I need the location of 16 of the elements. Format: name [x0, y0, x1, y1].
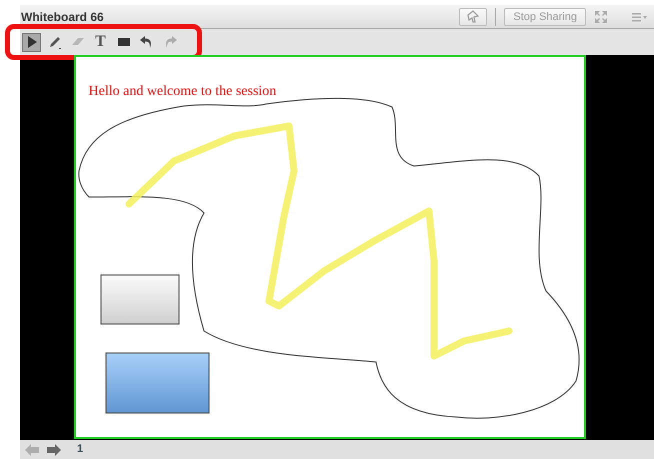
share-pointer-button[interactable] — [459, 8, 488, 26]
rectangle-shape[interactable] — [100, 274, 179, 324]
window-title: Whiteboard 66 — [21, 8, 104, 26]
page-number: 1 — [77, 442, 84, 458]
board-text[interactable]: Hello and welcome to the session — [88, 81, 276, 102]
pointer-icon — [466, 10, 480, 24]
next-page-button[interactable] — [47, 444, 61, 456]
rectangle-shape[interactable] — [105, 352, 209, 414]
text-tool-button[interactable]: T — [91, 32, 110, 52]
arrow-right-icon — [47, 444, 61, 456]
fullscreen-icon[interactable] — [594, 10, 608, 24]
menu-icon[interactable] — [632, 10, 648, 22]
select-tool-button[interactable] — [22, 32, 41, 52]
stop-sharing-button[interactable]: Stop Sharing — [504, 8, 586, 26]
whiteboard-canvas[interactable]: Hello and welcome to the session — [74, 55, 586, 439]
arrow-left-icon — [25, 444, 39, 456]
